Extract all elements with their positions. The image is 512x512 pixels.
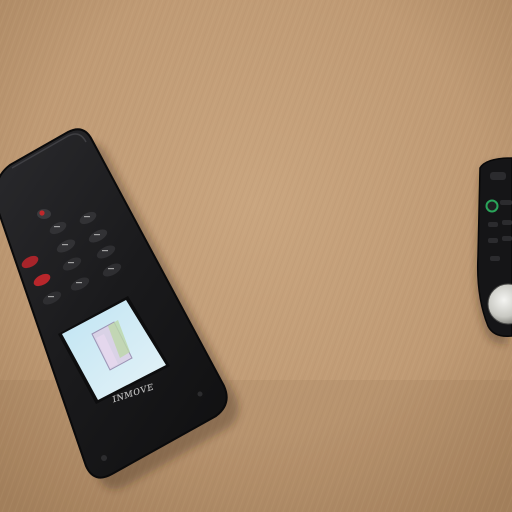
secondary-top-key[interactable]	[490, 172, 506, 180]
green-button[interactable]	[485, 199, 499, 213]
remote-led	[101, 455, 107, 461]
secondary-remote	[475, 157, 512, 345]
photo-scene	[0, 0, 512, 512]
